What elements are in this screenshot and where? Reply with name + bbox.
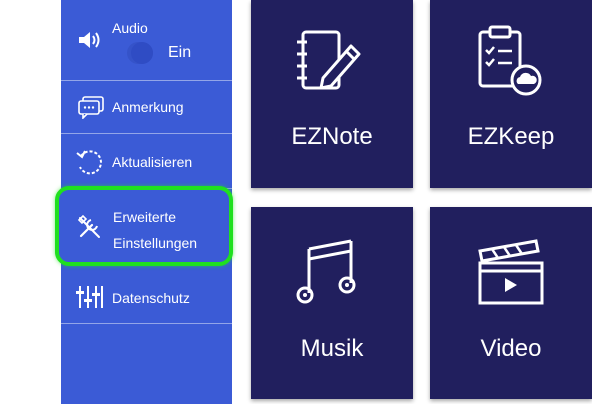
sidebar-item-label: Einstellungen	[113, 235, 198, 251]
audio-state-label: Ein	[168, 44, 192, 61]
audio-toggle[interactable]	[127, 42, 153, 64]
sidebar-item-label: Erweiterte	[113, 209, 177, 225]
tile-label: Musik	[300, 335, 364, 362]
sliders-icon	[75, 284, 105, 315]
sidebar-item-label: Aktualisieren	[112, 154, 193, 170]
notebook-pencil-icon	[297, 30, 361, 90]
sidebar-item-erweiterte-einstellungen[interactable]: Erweiterte Einstellungen	[55, 186, 233, 266]
tools-icon	[77, 214, 103, 245]
sidebar-item-anmerkung[interactable]: Anmerkung	[61, 81, 232, 134]
tile-label: EZNote	[291, 123, 373, 150]
music-note-icon	[296, 239, 356, 304]
clapperboard-icon	[478, 239, 544, 305]
tile-ezkeep[interactable]: EZKeep	[430, 0, 592, 188]
comment-icon	[77, 95, 105, 124]
audio-label: Audio	[112, 20, 148, 36]
tile-label: EZKeep	[467, 123, 555, 150]
tile-label: Video	[480, 335, 542, 362]
sidebar-item-datenschutz[interactable]: Datenschutz	[61, 270, 232, 324]
sidebar-item-aktualisieren[interactable]: Aktualisieren	[61, 134, 232, 189]
audio-setting: Audio Ein	[61, 0, 232, 81]
audio-toggle-knob	[131, 42, 153, 64]
tile-musik[interactable]: Musik	[251, 207, 413, 399]
tile-video[interactable]: Video	[430, 207, 592, 399]
clipboard-cloud-icon	[478, 25, 542, 96]
sidebar-item-label: Datenschutz	[112, 290, 190, 306]
refresh-icon	[75, 147, 105, 182]
tile-eznote[interactable]: EZNote	[251, 0, 413, 188]
speaker-icon	[77, 30, 105, 55]
sidebar-item-label: Anmerkung	[112, 99, 184, 115]
